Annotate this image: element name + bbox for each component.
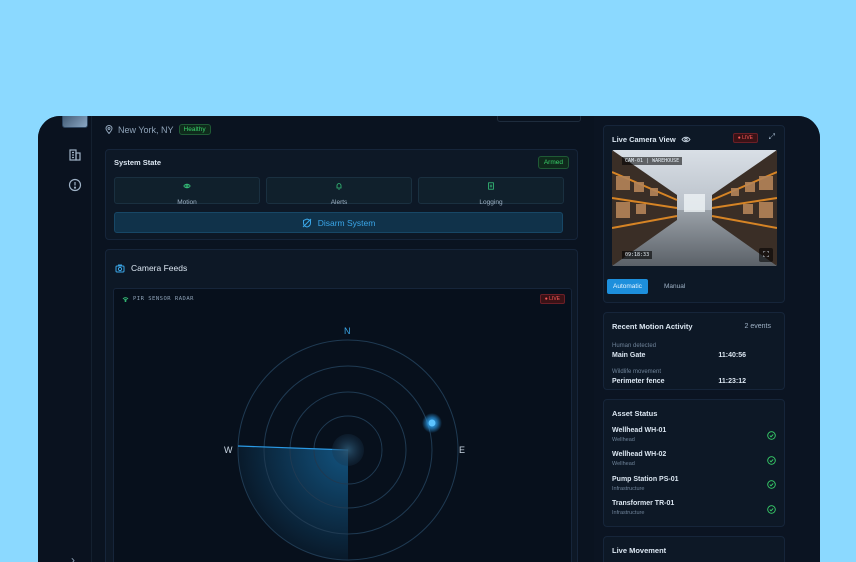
system-state-panel: System State Armed Motion Alerts Logging… [105,149,578,240]
fullscreen-icon[interactable]: ⛶ [759,248,773,262]
chevron-right-icon[interactable]: › [71,553,75,562]
tile-alerts[interactable]: Alerts [266,177,412,206]
app-window: › New York, NY Healthy System State Arme… [38,116,820,562]
camera-feeds-title: Camera Feeds [131,263,188,273]
asset-name[interactable]: Wellhead WH-01 [612,427,666,434]
asset-status-title: Asset Status [612,409,658,418]
asset-name[interactable]: Wellhead WH-02 [612,451,666,458]
disarm-system-button[interactable]: Disarm System [114,212,563,233]
expand-icon[interactable]: ⤢ [769,132,775,142]
event-location[interactable]: Perimeter fence [612,378,665,385]
shield-alert-icon[interactable] [67,177,83,193]
motion-activity-title: Recent Motion Activity [612,322,693,331]
camera-icon [115,264,125,272]
event-type: Wildlife movement [612,369,662,375]
camera-feeds-header: Camera Feeds [115,263,187,273]
radar-blip-core [428,419,436,427]
live-movement-panel: Live Movement [603,536,785,562]
tile-label: Logging [479,199,503,206]
header-action-button[interactable] [497,116,581,122]
site-thumbnail[interactable] [62,116,88,128]
eye-icon [183,183,191,189]
check-circle-icon [767,431,776,440]
shield-off-icon [302,217,312,228]
map-pin-icon [105,125,113,134]
compass-n: N [344,326,351,336]
check-circle-icon [767,505,776,514]
tile-label: Alerts [330,199,348,206]
mode-automatic-button[interactable]: Automatic [607,279,648,294]
tile-label: Motion [177,199,197,206]
asset-type: Wellhead [612,461,635,467]
camera-tag: CAM-01 | WAREHOUSE [622,157,683,165]
compass-w: W [224,445,233,455]
event-time: 11:40:56 [718,352,746,359]
asset-status-panel: Asset Status Wellhead WH-01 Wellhead Wel… [603,399,785,527]
warehouse-scene [612,150,777,266]
compass-e: E [459,445,466,455]
building-icon[interactable] [67,147,83,163]
mode-manual-button[interactable]: Manual [656,279,693,294]
eye-icon[interactable] [681,136,691,143]
disarm-label: Disarm System [317,217,376,228]
live-movement-title: Live Movement [612,546,667,555]
location-text: New York, NY [118,124,174,135]
live-camera-panel: Live Camera View ● LIVE ⤢ CAM-01 | WAREH… [603,125,785,303]
check-circle-icon [767,456,776,465]
asset-name[interactable]: Transformer TR-01 [612,500,674,507]
location-row: New York, NY Healthy [105,124,211,135]
main-content: New York, NY Healthy System State Armed … [92,116,594,562]
camera-live-badge: ● LIVE [732,133,758,143]
event-time: 11:23:12 [718,378,746,385]
pir-radar-view[interactable]: PIR SENSOR RADAR ● LIVE N W E [113,288,572,562]
camera-timestamp: 09:18:33 [622,251,653,259]
asset-type: Wellhead [612,437,635,443]
camera-feeds-panel: Camera Feeds PIR SENSOR RADAR ● LIVE N W… [105,249,578,562]
live-camera-title: Live Camera View [612,135,676,144]
radar-sweep [237,446,348,560]
tile-logging[interactable]: Logging [418,177,564,206]
sidebar: › [38,116,92,562]
asset-type: Infrastructure [612,510,645,516]
live-camera-header: Live Camera View [612,135,691,144]
camera-feed-image[interactable]: CAM-01 | WAREHOUSE 09:18:33 ⛶ [612,150,777,266]
right-sidebar: Live Camera View ● LIVE ⤢ CAM-01 | WAREH… [594,116,820,562]
event-type: Human detected [612,343,657,349]
document-icon [488,182,494,190]
health-badge: Healthy [178,124,211,135]
live-text: LIVE [742,135,753,141]
armed-badge: Armed [537,156,569,169]
check-circle-icon [767,480,776,489]
asset-name[interactable]: Pump Station PS-01 [612,476,679,483]
motion-event-count: 2 events [744,323,771,330]
radar-graphic [237,339,459,561]
tile-motion[interactable]: Motion [114,177,260,206]
bell-icon [336,183,342,190]
motion-activity-panel: Recent Motion Activity 2 events Human de… [603,312,785,390]
event-location[interactable]: Main Gate [612,352,645,359]
system-state-title: System State [114,158,162,167]
asset-type: Infrastructure [612,486,645,492]
radar-center [332,434,364,466]
